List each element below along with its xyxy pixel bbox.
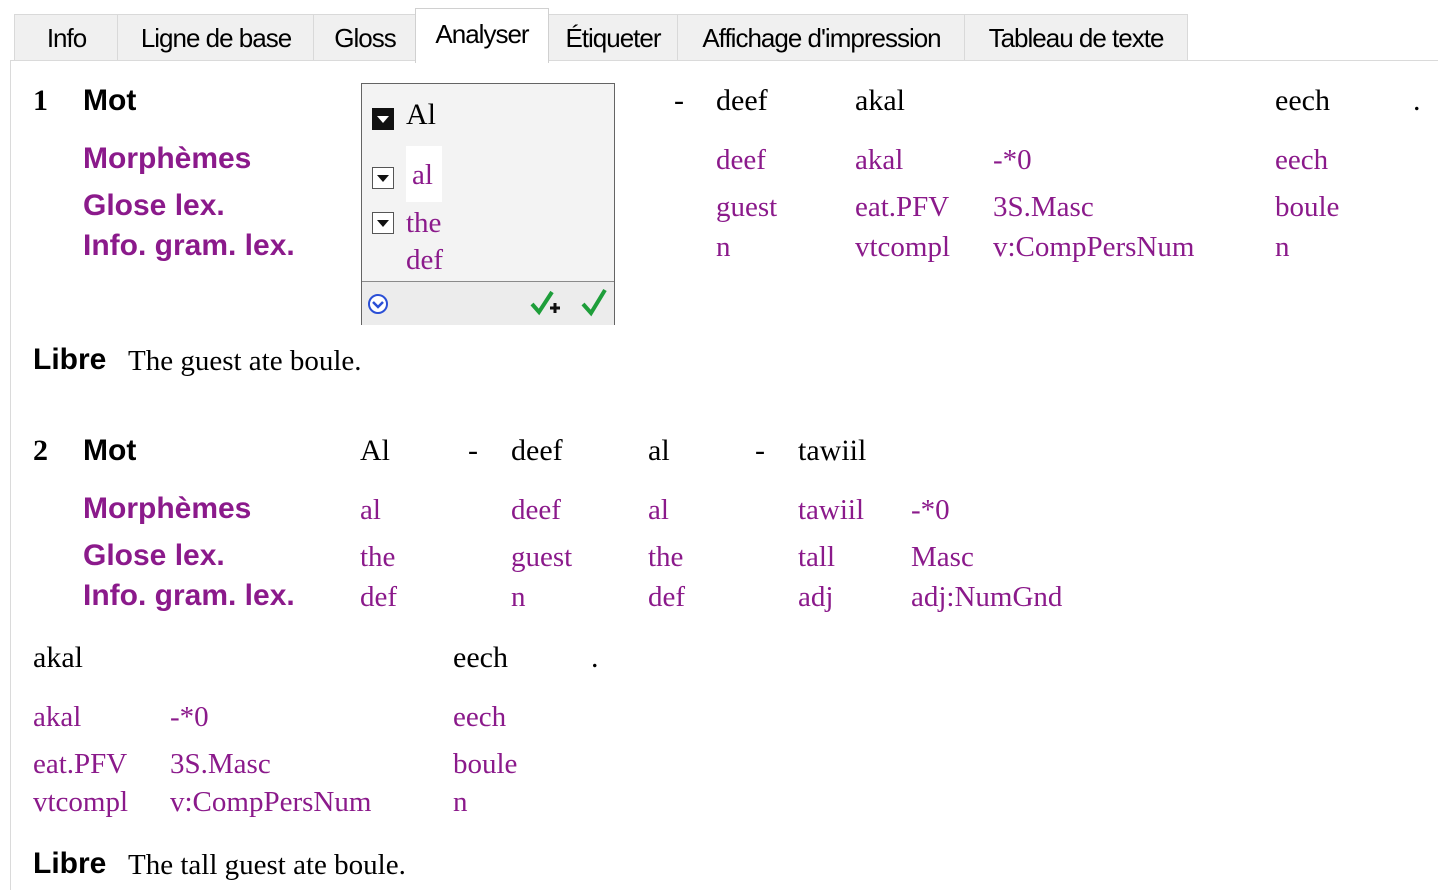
lex-gloss[interactable]: 3S.Masc bbox=[170, 748, 271, 781]
label-free-translation: Libre bbox=[33, 847, 107, 880]
word[interactable]: deef bbox=[716, 84, 768, 118]
lex-gloss[interactable]: eat.PFV bbox=[855, 191, 949, 224]
analysis-gloss[interactable]: the bbox=[406, 207, 441, 240]
morpheme[interactable]: -*0 bbox=[170, 701, 209, 734]
label-lex-gloss: Glose lex. bbox=[83, 539, 225, 572]
lex-gram[interactable]: adj bbox=[798, 581, 833, 614]
menu-circle-icon[interactable] bbox=[366, 292, 390, 316]
label-free-translation: Libre bbox=[33, 343, 107, 376]
lex-gram[interactable]: n bbox=[453, 786, 468, 819]
morpheme[interactable]: -*0 bbox=[993, 144, 1032, 177]
lex-gloss[interactable]: tall bbox=[798, 541, 835, 574]
tab-info[interactable]: Info bbox=[14, 14, 119, 61]
word[interactable]: eech bbox=[1275, 84, 1330, 118]
analysis-morph[interactable]: al bbox=[412, 159, 433, 192]
lex-gloss[interactable]: Masc bbox=[911, 541, 974, 574]
tab-gloss[interactable]: Gloss bbox=[313, 14, 417, 61]
word[interactable]: tawiil bbox=[798, 434, 866, 468]
lex-gloss[interactable]: guest bbox=[716, 191, 777, 224]
lex-gram[interactable]: v:CompPersNum bbox=[170, 786, 371, 819]
lex-gram[interactable]: vtcompl bbox=[33, 786, 128, 819]
lex-gloss[interactable]: the bbox=[360, 541, 395, 574]
word-analysis-popup[interactable]: Al al the def bbox=[361, 83, 615, 325]
approve-icon[interactable] bbox=[580, 286, 608, 318]
word[interactable]: akal bbox=[33, 641, 83, 675]
tab-tableau-de-texte[interactable]: Tableau de texte bbox=[964, 14, 1188, 61]
word-separator: - bbox=[755, 434, 765, 467]
word[interactable]: Al bbox=[360, 434, 390, 468]
dropdown-icon[interactable] bbox=[372, 212, 394, 234]
label-morphemes: Morphèmes bbox=[83, 142, 252, 175]
lex-gloss[interactable]: boule bbox=[453, 748, 517, 781]
word[interactable]: deef bbox=[511, 434, 563, 468]
morpheme[interactable]: al bbox=[360, 494, 381, 527]
lex-gloss[interactable]: boule bbox=[1275, 191, 1339, 224]
tab-bar: Info Ligne de base Gloss Analyser Étique… bbox=[0, 0, 1438, 63]
punctuation[interactable]: . bbox=[591, 641, 599, 675]
word[interactable]: al bbox=[648, 434, 670, 468]
tab-ligne-de-base[interactable]: Ligne de base bbox=[117, 14, 315, 61]
morpheme[interactable]: deef bbox=[511, 494, 561, 527]
approve-add-icon[interactable] bbox=[530, 288, 564, 318]
label-lex-gram-info: Info. gram. lex. bbox=[83, 229, 295, 262]
label-word: Mot bbox=[83, 434, 137, 467]
morpheme[interactable]: -*0 bbox=[911, 494, 950, 527]
lex-gloss[interactable]: the bbox=[648, 541, 683, 574]
word[interactable]: akal bbox=[855, 84, 905, 118]
label-word: Mot bbox=[83, 84, 137, 117]
free-translation[interactable]: The guest ate boule. bbox=[128, 345, 362, 378]
morpheme[interactable]: eech bbox=[1275, 144, 1328, 177]
lex-gram[interactable]: n bbox=[1275, 231, 1290, 264]
dropdown-icon[interactable] bbox=[372, 167, 394, 189]
lex-gloss[interactable]: 3S.Masc bbox=[993, 191, 1094, 224]
label-morphemes: Morphèmes bbox=[83, 492, 252, 525]
popup-toolbar bbox=[362, 281, 614, 325]
analysis-gram[interactable]: def bbox=[406, 244, 443, 277]
word-separator: - bbox=[674, 84, 684, 117]
lex-gloss[interactable]: eat.PFV bbox=[33, 748, 127, 781]
label-lex-gloss: Glose lex. bbox=[83, 189, 225, 222]
lex-gram[interactable]: v:CompPersNum bbox=[993, 231, 1194, 264]
morpheme[interactable]: akal bbox=[855, 144, 903, 177]
lex-gram[interactable]: def bbox=[648, 581, 685, 614]
dropdown-icon[interactable] bbox=[372, 108, 394, 130]
morpheme[interactable]: tawiil bbox=[798, 494, 864, 527]
tab-analyser[interactable]: Analyser bbox=[415, 8, 549, 63]
word-separator: - bbox=[468, 434, 478, 467]
sentence-number: 1 bbox=[33, 84, 48, 117]
sentence-number: 2 bbox=[33, 434, 48, 467]
lex-gram[interactable]: n bbox=[511, 581, 526, 614]
tab-affichage-impression[interactable]: Affichage d'impression bbox=[677, 14, 966, 61]
morpheme[interactable]: al bbox=[648, 494, 669, 527]
tab-etiqueter[interactable]: Étiqueter bbox=[547, 14, 679, 61]
analysis-word[interactable]: Al bbox=[406, 98, 436, 132]
lex-gram[interactable]: def bbox=[360, 581, 397, 614]
lex-gram[interactable]: adj:NumGnd bbox=[911, 581, 1062, 614]
lex-gram[interactable]: vtcompl bbox=[855, 231, 950, 264]
lex-gloss[interactable]: guest bbox=[511, 541, 572, 574]
morpheme[interactable]: akal bbox=[33, 701, 81, 734]
label-lex-gram-info: Info. gram. lex. bbox=[83, 579, 295, 612]
word[interactable]: eech bbox=[453, 641, 508, 675]
morpheme[interactable]: eech bbox=[453, 701, 506, 734]
lex-gram[interactable]: n bbox=[716, 231, 731, 264]
free-translation[interactable]: The tall guest ate boule. bbox=[128, 849, 406, 882]
morpheme[interactable]: deef bbox=[716, 144, 766, 177]
punctuation[interactable]: . bbox=[1413, 84, 1421, 118]
